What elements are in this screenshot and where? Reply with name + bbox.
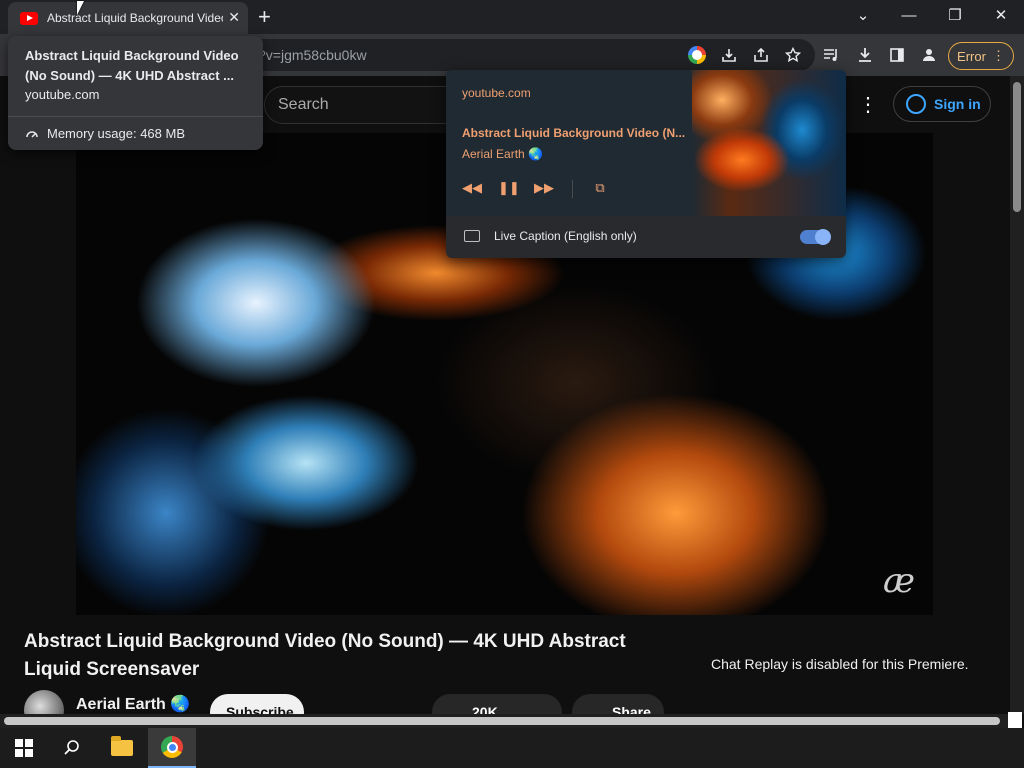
new-tab-button[interactable]: + xyxy=(258,4,271,30)
more-vert-icon: ⋮ xyxy=(991,48,1005,63)
tab-search-button[interactable]: ⌄ xyxy=(840,0,886,30)
windows-logo-icon xyxy=(15,739,33,757)
start-button[interactable] xyxy=(0,728,48,768)
account-icon xyxy=(906,94,926,114)
like-count: 20K xyxy=(472,704,498,714)
side-panel-icon[interactable] xyxy=(885,43,909,67)
closed-caption-icon xyxy=(464,230,480,242)
mouse-cursor-icon xyxy=(77,1,84,15)
toggle-knob xyxy=(815,229,831,245)
file-explorer-button[interactable] xyxy=(98,728,146,768)
downloads-icon[interactable] xyxy=(853,43,877,67)
like-button[interactable]: 20K xyxy=(432,694,562,714)
memory-usage: Memory usage: 468 MB xyxy=(25,126,185,141)
channel-name[interactable]: Aerial Earth 🌏 xyxy=(76,694,190,714)
folder-icon xyxy=(111,736,133,756)
google-lens-icon[interactable] xyxy=(685,43,709,67)
video-title: Abstract Liquid Background Video (No Sou… xyxy=(24,631,626,680)
channel-avatar[interactable] xyxy=(24,690,64,714)
picture-in-picture-icon[interactable]: ⧉ xyxy=(590,180,610,196)
vertical-scroll-thumb[interactable] xyxy=(1013,82,1021,212)
settings-menu-icon[interactable]: ⋮ xyxy=(858,92,878,117)
share-icon[interactable] xyxy=(749,43,773,67)
control-divider xyxy=(572,180,573,198)
hover-card-title: Abstract Liquid Background Video (No Sou… xyxy=(25,48,239,83)
install-app-icon[interactable] xyxy=(717,43,741,67)
tab-title: Abstract Liquid Background Video xyxy=(47,11,223,25)
sign-in-button[interactable]: Sign in xyxy=(893,86,991,122)
pause-icon[interactable]: ❚❚ xyxy=(498,180,520,196)
taskbar-search-button[interactable] xyxy=(48,728,96,768)
search-input[interactable]: Search xyxy=(264,86,464,124)
restore-button[interactable]: ❐ xyxy=(932,0,978,30)
error-button[interactable]: Error ⋮ xyxy=(948,42,1014,70)
youtube-favicon-icon xyxy=(20,11,38,25)
memory-usage-text: Memory usage: 468 MB xyxy=(47,126,186,141)
share-button[interactable]: Share xyxy=(572,694,664,714)
media-control-icon[interactable] xyxy=(820,43,844,67)
vertical-scrollbar[interactable] xyxy=(1010,76,1024,714)
media-title: Abstract Liquid Background Video (N... xyxy=(462,126,686,140)
url-text: ?v=jgm58cbu0kw xyxy=(258,47,367,63)
share-label: Share xyxy=(612,704,651,714)
close-window-button[interactable]: ✕ xyxy=(978,0,1024,30)
divider xyxy=(8,116,263,117)
sign-in-label: Sign in xyxy=(934,96,981,112)
media-artist: Aerial Earth 🌏 xyxy=(462,147,543,161)
profile-icon[interactable] xyxy=(917,43,941,67)
global-media-controls: youtube.com Abstract Liquid Background V… xyxy=(446,70,846,258)
chat-replay-message: Chat Replay is disabled for this Premier… xyxy=(711,656,969,672)
tab-hover-card: Abstract Liquid Background Video (No Sou… xyxy=(8,36,263,150)
browser-tab[interactable]: Abstract Liquid Background Video ✕ xyxy=(8,2,248,34)
tab-close-icon[interactable]: ✕ xyxy=(228,9,240,26)
horizontal-scroll-thumb[interactable] xyxy=(4,717,1000,725)
bookmark-star-icon[interactable] xyxy=(781,43,805,67)
next-track-icon[interactable]: ▶▶ xyxy=(534,180,554,196)
chrome-icon xyxy=(161,736,183,758)
scrollbar-corner xyxy=(1008,712,1022,728)
chrome-taskbar-button[interactable] xyxy=(148,728,196,768)
search-icon xyxy=(64,740,79,755)
gauge-icon xyxy=(26,130,38,138)
horizontal-scrollbar[interactable] xyxy=(0,714,1010,728)
windows-taskbar xyxy=(0,728,1024,768)
tab-strip: Abstract Liquid Background Video ✕ + ⌄ —… xyxy=(0,0,1024,34)
minimize-button[interactable]: — xyxy=(886,0,932,30)
channel-watermark[interactable]: æ xyxy=(883,561,915,601)
live-caption-label: Live Caption (English only) xyxy=(494,229,637,243)
media-artwork xyxy=(692,70,846,216)
subscribe-button[interactable]: Subscribe xyxy=(210,694,304,714)
error-label: Error xyxy=(957,48,986,64)
live-caption-toggle[interactable] xyxy=(800,229,831,245)
hover-card-domain: youtube.com xyxy=(25,87,100,102)
media-source: youtube.com xyxy=(462,86,531,100)
previous-track-icon[interactable]: ◀◀ xyxy=(462,180,482,196)
